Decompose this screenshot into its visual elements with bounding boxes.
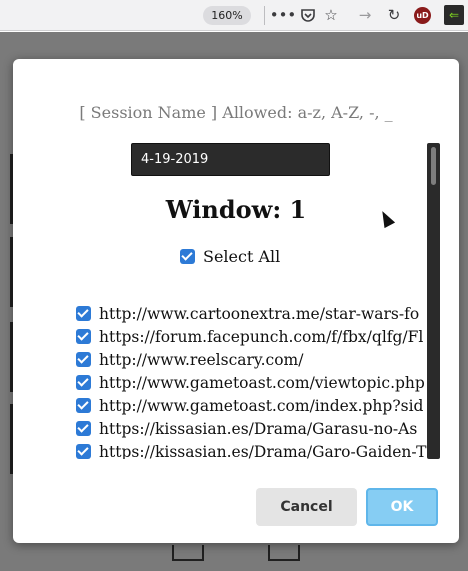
list-item[interactable]: http://www.cartoonextra.me/star-wars-fo — [76, 302, 429, 325]
bookmark-star-icon[interactable]: ☆ — [321, 5, 341, 25]
reload-icon[interactable]: ↻ — [384, 5, 404, 25]
vertical-scrollbar[interactable] — [427, 143, 440, 459]
list-item[interactable]: http://www.gametoast.com/viewtopic.php — [76, 371, 429, 394]
cancel-button[interactable]: Cancel — [256, 488, 357, 526]
checkbox-checked-icon[interactable] — [76, 306, 91, 321]
list-item[interactable]: http://www.gametoast.com/index.php?sid — [76, 394, 429, 417]
select-all-checkbox[interactable]: Select All — [180, 247, 280, 266]
url-label: http://www.reelscary.com/ — [99, 350, 304, 369]
url-list: http://www.cartoonextra.me/star-wars-fo … — [76, 302, 429, 459]
checkbox-checked-icon[interactable] — [180, 249, 195, 264]
pocket-icon[interactable] — [298, 5, 318, 25]
checkbox-checked-icon[interactable] — [76, 375, 91, 390]
list-item[interactable]: https://forum.facepunch.com/f/fbx/qlfg/F… — [76, 325, 429, 348]
url-label: https://forum.facepunch.com/f/fbx/qlfg/F… — [99, 327, 424, 346]
toolbar-separator — [264, 6, 265, 25]
url-label: https://kissasian.es/Drama/Garo-Gaiden-T — [99, 442, 427, 460]
session-name-input[interactable] — [131, 143, 330, 176]
ublock-icon[interactable]: uD — [414, 7, 431, 24]
save-session-dialog: [ Session Name ] Allowed: a-z, A-Z, -, _… — [13, 59, 459, 543]
checkbox-checked-icon[interactable] — [76, 444, 91, 459]
url-label: http://www.gametoast.com/index.php?sid — [99, 396, 424, 415]
url-label: http://www.gametoast.com/viewtopic.php — [99, 373, 425, 392]
browser-toolbar: 160% ••• ☆ → ↻ uD ⇐ — [0, 0, 468, 31]
select-all-label: Select All — [203, 247, 281, 266]
url-label: https://kissasian.es/Drama/Garasu-no-As — [99, 419, 418, 438]
list-item[interactable]: https://kissasian.es/Drama/Garasu-no-As — [76, 417, 429, 440]
more-icon[interactable]: ••• — [270, 5, 297, 25]
zoom-indicator[interactable]: 160% — [203, 6, 251, 25]
checkbox-checked-icon[interactable] — [76, 398, 91, 413]
checkbox-checked-icon[interactable] — [76, 329, 91, 344]
checkbox-checked-icon[interactable] — [76, 352, 91, 367]
ok-button[interactable]: OK — [366, 488, 438, 526]
extension-icon[interactable]: ⇐ — [444, 5, 464, 25]
forward-icon[interactable]: → — [355, 5, 375, 25]
url-label: http://www.cartoonextra.me/star-wars-fo — [99, 304, 420, 323]
list-item[interactable]: https://kissasian.es/Drama/Garo-Gaiden-T — [76, 440, 429, 459]
list-item[interactable]: http://www.reelscary.com/ — [76, 348, 429, 371]
scrollbar-thumb[interactable] — [431, 147, 436, 185]
checkbox-checked-icon[interactable] — [76, 421, 91, 436]
session-name-hint: [ Session Name ] Allowed: a-z, A-Z, -, _ — [79, 103, 393, 122]
